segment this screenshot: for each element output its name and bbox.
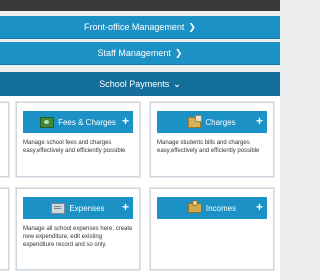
top-header-strip [0,0,280,11]
front-office-management-bar[interactable]: Front-office Management ❯ [0,16,280,39]
fees-charges-header[interactable]: Fees & Charges + [23,111,133,133]
fees-charges-description: Manage school fees and charges easy,effe… [23,140,126,154]
school-payments-bar[interactable]: School Payments ⌄ [0,72,280,97]
staff-management-label: Staff Management [97,48,171,58]
charges-description: Manage students bills and charges easy,e… [157,140,260,154]
add-incomes-button[interactable]: + [256,200,263,214]
front-office-label: Front-office Management [84,22,185,32]
left-partial-card [0,188,9,270]
expenses-card: Expenses + Manage all school expenses he… [16,188,140,270]
left-partial-card [0,102,9,177]
chevron-right-icon: ❯ [188,21,196,32]
charges-icon [188,114,203,128]
charges-header[interactable]: Charges + [157,111,267,133]
staff-management-bar[interactable]: Staff Management ❯ [0,42,280,65]
chevron-down-icon: ⌄ [173,78,181,89]
add-charges-button[interactable]: + [256,114,263,128]
incomes-header[interactable]: Incomes + [157,197,267,219]
expenses-title: Expenses [69,203,105,213]
add-fees-charges-button[interactable]: + [122,114,129,128]
incomes-icon [187,200,202,213]
school-payments-panel: Fees & Charges + Manage school fees and … [0,96,280,280]
incomes-card: Incomes + [150,188,274,270]
expenses-icon [51,202,66,214]
chevron-right-icon: ❯ [174,47,183,58]
charges-title: Charges [205,117,236,127]
charges-card: Charges + Manage students bills and char… [150,102,274,177]
fees-charges-card: Fees & Charges + Manage school fees and … [16,102,140,177]
add-expenses-button[interactable]: + [122,200,129,214]
incomes-title: Incomes [205,203,237,213]
expenses-header[interactable]: Expenses + [23,197,133,219]
fees-charges-title: Fees & Charges [58,117,116,127]
money-icon [40,116,55,128]
school-payments-label: School Payments [99,79,170,89]
expenses-description: Manage all school expenses here, create … [23,226,133,248]
